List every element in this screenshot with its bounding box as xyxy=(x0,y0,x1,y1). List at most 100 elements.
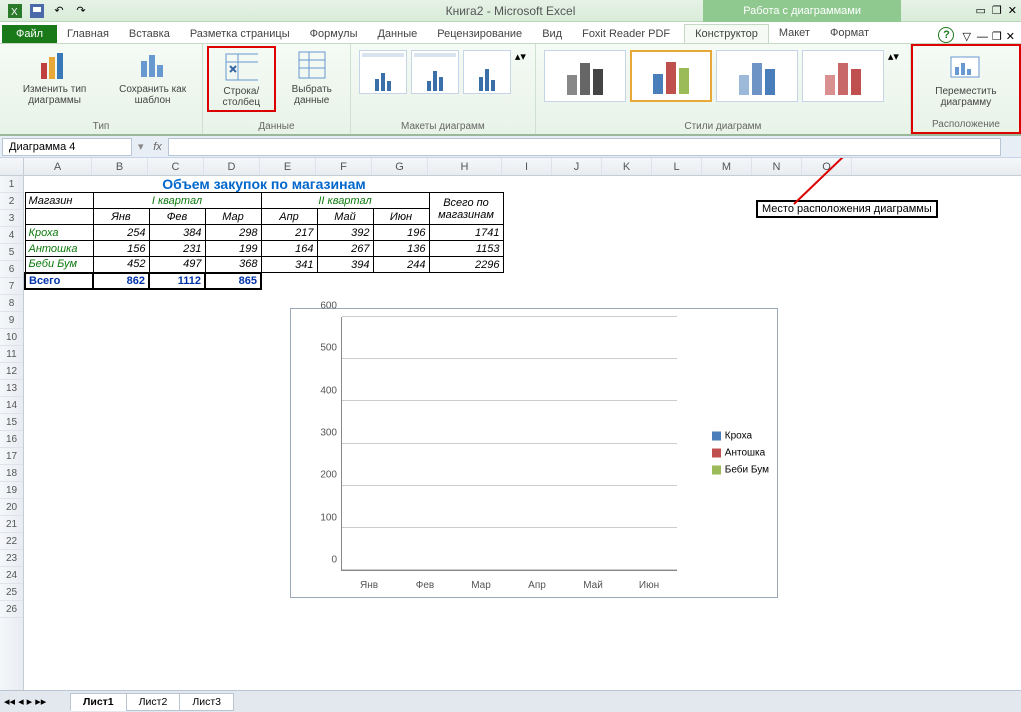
styles-scroll[interactable]: ▴▾ xyxy=(888,50,902,63)
window-title: Книга2 - Microsoft Excel xyxy=(446,4,576,18)
row-header[interactable]: 24 xyxy=(0,567,23,584)
collapse-ribbon-icon[interactable]: ▽ xyxy=(962,30,970,43)
col-header[interactable]: A xyxy=(24,158,92,175)
col-header[interactable]: F xyxy=(316,158,372,175)
col-header[interactable]: I xyxy=(502,158,552,175)
row-header[interactable]: 4 xyxy=(0,227,23,244)
help-icon[interactable]: ? xyxy=(938,27,954,43)
file-tab[interactable]: Файл xyxy=(2,25,57,43)
row-header[interactable]: 13 xyxy=(0,380,23,397)
style-tile-4[interactable] xyxy=(802,50,884,102)
tab-Вид[interactable]: Вид xyxy=(532,25,572,43)
row-header[interactable]: 10 xyxy=(0,329,23,346)
col-header[interactable]: O xyxy=(802,158,852,175)
layout-tile-1[interactable] xyxy=(359,50,407,94)
quick-access-toolbar: X ↶ ↷ xyxy=(0,2,90,20)
row-header[interactable]: 7 xyxy=(0,278,23,295)
minimize-icon[interactable]: ▭ xyxy=(976,4,986,17)
row-header[interactable]: 1 xyxy=(0,176,23,193)
style-tile-2[interactable] xyxy=(630,50,712,102)
workbook-min-icon[interactable]: — xyxy=(977,31,988,43)
row-header[interactable]: 19 xyxy=(0,482,23,499)
tab-Макет[interactable]: Макет xyxy=(769,24,820,43)
save-template-button[interactable]: Сохранить как шаблон xyxy=(107,46,198,108)
restore-icon[interactable]: ❐ xyxy=(992,4,1002,17)
row-header[interactable]: 11 xyxy=(0,346,23,363)
tab-Формулы[interactable]: Формулы xyxy=(300,25,368,43)
tab-Конструктор[interactable]: Конструктор xyxy=(684,24,769,43)
layout-tile-2[interactable] xyxy=(411,50,459,94)
save-icon[interactable] xyxy=(28,2,46,20)
col-header[interactable]: B xyxy=(92,158,148,175)
spreadsheet-data-table: Объем закупок по магазинамМагазинI кварт… xyxy=(24,176,504,290)
row-header[interactable]: 20 xyxy=(0,499,23,516)
row-header[interactable]: 15 xyxy=(0,414,23,431)
tab-Вставка[interactable]: Вставка xyxy=(119,25,180,43)
row-header[interactable]: 23 xyxy=(0,550,23,567)
tab-Формат[interactable]: Формат xyxy=(820,24,879,43)
save-template-icon xyxy=(136,48,170,82)
col-header[interactable]: M xyxy=(702,158,752,175)
row-header[interactable]: 8 xyxy=(0,295,23,312)
row-header[interactable]: 25 xyxy=(0,584,23,601)
tab-Разметка страницы[interactable]: Разметка страницы xyxy=(180,25,300,43)
formula-input[interactable] xyxy=(168,138,1001,156)
row-header[interactable]: 21 xyxy=(0,516,23,533)
row-header[interactable]: 16 xyxy=(0,431,23,448)
row-header[interactable]: 2 xyxy=(0,193,23,210)
row-header[interactable]: 14 xyxy=(0,397,23,414)
move-chart-button[interactable]: Переместить диаграмму xyxy=(917,48,1015,110)
chart-x-labels: ЯнвФевМарАпрМайИюн xyxy=(341,580,677,591)
col-header[interactable]: L xyxy=(652,158,702,175)
row-header[interactable]: 18 xyxy=(0,465,23,482)
switch-row-col-button[interactable]: Строка/столбец xyxy=(207,46,276,112)
worksheet-grid[interactable]: ABCDEFGHIJKLMNO 123456789101112131415161… xyxy=(0,158,1021,690)
row-header[interactable]: 12 xyxy=(0,363,23,380)
sheet-tab[interactable]: Лист1 xyxy=(70,693,127,711)
col-header[interactable]: H xyxy=(428,158,502,175)
change-chart-type-button[interactable]: Изменить тип диаграммы xyxy=(4,46,105,108)
workbook-close-icon[interactable]: ✕ xyxy=(1006,30,1015,43)
row-header[interactable]: 26 xyxy=(0,601,23,618)
select-data-button[interactable]: Выбрать данные xyxy=(278,46,346,108)
name-box[interactable]: Диаграмма 4 xyxy=(2,138,132,156)
group-chart-layouts: ▴▾ Макеты диаграмм xyxy=(351,44,536,134)
col-header[interactable]: G xyxy=(372,158,428,175)
row-header[interactable]: 3 xyxy=(0,210,23,227)
chart-legend: КрохаАнтошкаБеби Бум xyxy=(712,425,769,482)
redo-icon[interactable]: ↷ xyxy=(72,2,90,20)
tab-Данные[interactable]: Данные xyxy=(367,25,427,43)
tab-Foxit Reader PDF[interactable]: Foxit Reader PDF xyxy=(572,25,680,43)
row-header[interactable]: 5 xyxy=(0,244,23,261)
row-header[interactable]: 17 xyxy=(0,448,23,465)
close-icon[interactable]: ✕ xyxy=(1008,4,1017,17)
row-header[interactable]: 22 xyxy=(0,533,23,550)
chart-y-axis: 0100200300400500600 xyxy=(311,317,339,571)
style-tile-3[interactable] xyxy=(716,50,798,102)
group-data: Строка/столбец Выбрать данные Данные xyxy=(203,44,351,134)
style-tile-1[interactable] xyxy=(544,50,626,102)
sheet-nav-buttons[interactable]: ◂◂ ◂ ▸ ▸▸ xyxy=(4,695,46,708)
fx-icon[interactable]: fx xyxy=(148,141,168,153)
workbook-restore-icon[interactable]: ❐ xyxy=(992,30,1002,43)
col-header[interactable]: K xyxy=(602,158,652,175)
col-header[interactable]: N xyxy=(752,158,802,175)
layout-tile-3[interactable] xyxy=(463,50,511,94)
undo-icon[interactable]: ↶ xyxy=(50,2,68,20)
layouts-scroll[interactable]: ▴▾ xyxy=(515,50,527,63)
row-header[interactable]: 9 xyxy=(0,312,23,329)
chart-tools-context-tab: Работа с диаграммами xyxy=(703,0,901,22)
tab-Рецензирование[interactable]: Рецензирование xyxy=(427,25,532,43)
col-header[interactable]: D xyxy=(204,158,260,175)
col-header[interactable]: J xyxy=(552,158,602,175)
row-header[interactable]: 6 xyxy=(0,261,23,278)
col-header[interactable]: E xyxy=(260,158,316,175)
sheet-tab[interactable]: Лист2 xyxy=(126,693,181,711)
sheet-tab[interactable]: Лист3 xyxy=(179,693,234,711)
col-header[interactable]: C xyxy=(148,158,204,175)
tab-Главная[interactable]: Главная xyxy=(57,25,119,43)
select-all-corner[interactable] xyxy=(0,158,24,175)
change-type-icon xyxy=(38,48,72,82)
embedded-chart[interactable]: 0100200300400500600 ЯнвФевМарАпрМайИюн К… xyxy=(290,308,778,598)
cells-area[interactable]: Объем закупок по магазинамМагазинI кварт… xyxy=(24,176,1021,690)
